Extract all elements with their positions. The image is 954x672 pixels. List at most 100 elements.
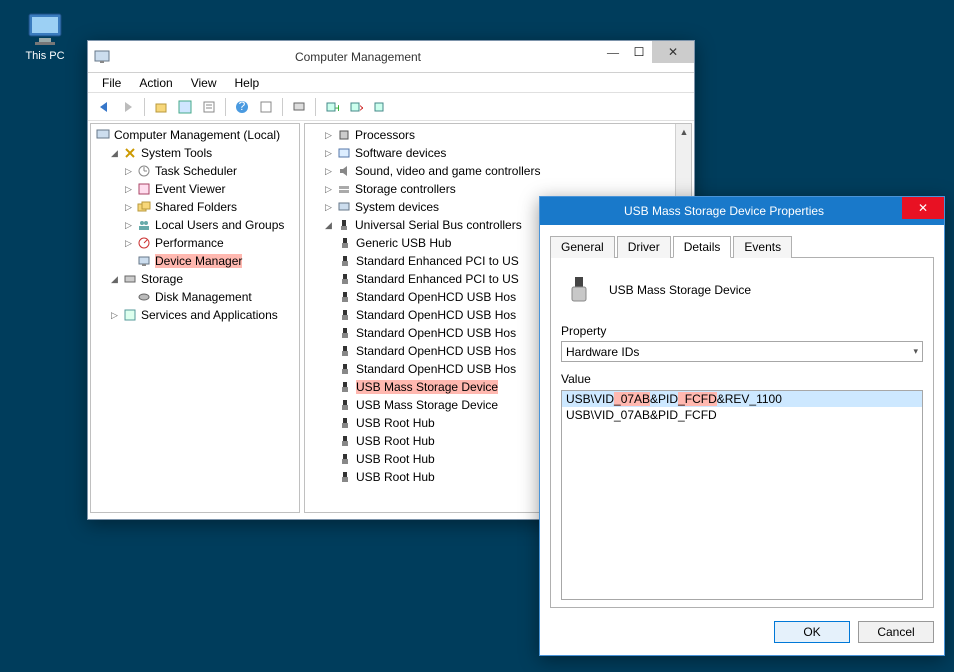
value-listbox[interactable]: USB\VID_07AB&PID_FCFD&REV_1100 USB\VID_0… [561,390,923,600]
chevron-down-icon: ▾ [913,346,918,357]
tree-label: USB Mass Storage Device [356,380,498,394]
software-icon [336,145,352,161]
help-icon[interactable]: ? [232,97,252,117]
scan-icon[interactable] [289,97,309,117]
device-scan-icon[interactable] [370,97,390,117]
desktop-icon-this-pc[interactable]: This PC [15,8,75,62]
property-dropdown[interactable]: Hardware IDs ▾ [561,341,923,362]
tree-item-local-users[interactable]: ▷ Local Users and Groups [95,216,295,234]
tree-item-event-viewer[interactable]: ▷Event Viewer [95,180,295,198]
tree-label: Performance [155,236,224,250]
tabs: General Driver Details Events [550,235,934,258]
back-button[interactable] [94,97,114,117]
svg-text:×: × [359,101,363,114]
expand-icon[interactable]: ▷ [323,148,334,159]
expand-icon[interactable]: ▷ [123,202,134,213]
tree-label: USB Root Hub [356,434,435,448]
left-tree-pane[interactable]: Computer Management (Local) ◢ System Too… [90,123,300,513]
expand-icon[interactable]: ▷ [323,202,334,213]
tree-label: Generic USB Hub [356,236,451,250]
tree-label: Software devices [355,146,446,160]
tree-label: Standard OpenHCD USB Hos [356,362,516,376]
expand-icon[interactable]: ▷ [323,166,334,177]
up-button[interactable] [151,97,171,117]
value-label: Value [561,372,923,386]
this-pc-icon [25,8,65,48]
window-title: Computer Management [116,50,600,64]
tree-label: Standard OpenHCD USB Hos [356,344,516,358]
tree-label: Standard OpenHCD USB Hos [356,308,516,322]
tree-item[interactable]: ▷ Sound, video and game controllers [309,162,675,180]
tab-driver[interactable]: Driver [617,236,671,258]
users-icon [136,217,152,233]
tab-details[interactable]: Details [673,236,732,258]
list-item[interactable]: USB\VID_07AB&PID_FCFD [562,407,922,423]
list-item[interactable]: USB\VID_07AB&PID_FCFD&REV_1100 [562,391,922,407]
maximize-button[interactable]: ☐ [626,41,652,63]
tree-item-device-manager[interactable]: Device Manager [95,252,295,270]
tree-system-tools[interactable]: ◢ System Tools [95,144,295,162]
tree-item-task-scheduler[interactable]: ▷ Task Scheduler [95,162,295,180]
tree-item[interactable]: ▷ Processors [309,126,675,144]
tree-item-disk-mgmt[interactable]: Disk Management [95,288,295,306]
tree-label: Storage controllers [355,182,456,196]
menu-action[interactable]: Action [131,74,180,92]
forward-button[interactable] [118,97,138,117]
expand-icon[interactable]: ▷ [109,310,120,321]
menu-help[interactable]: Help [227,74,268,92]
hw-id-seg: USB\VID [566,392,614,406]
props-titlebar[interactable]: USB Mass Storage Device Properties ✕ [540,197,944,225]
usb-device-icon [565,274,597,306]
expand-icon[interactable]: ▷ [123,220,134,231]
ok-button[interactable]: OK [774,621,850,643]
collapse-icon[interactable]: ◢ [323,220,334,231]
sound-icon [336,163,352,179]
svg-text:+: + [335,101,339,114]
expand-icon[interactable]: ▷ [123,238,134,249]
list-icon[interactable] [256,97,276,117]
usb-plug-icon [337,379,353,395]
expand-icon[interactable]: ▷ [123,166,134,177]
properties-dialog: USB Mass Storage Device Properties ✕ Gen… [539,196,945,656]
tree-label: Device Manager [155,254,242,268]
tree-services[interactable]: ▷Services and Applications [95,306,295,324]
close-button[interactable]: ✕ [902,197,944,219]
titlebar[interactable]: Computer Management — ☐ ✕ [88,41,694,73]
properties-icon[interactable] [199,97,219,117]
usb-plug-icon [337,343,353,359]
minimize-button[interactable]: — [600,41,626,63]
storage-ctrl-icon [336,181,352,197]
tree-storage[interactable]: ◢Storage [95,270,295,288]
computer-icon [95,127,111,143]
device-add-icon[interactable]: + [322,97,342,117]
expand-icon[interactable]: ▷ [123,184,134,195]
tree-item-shared-folders[interactable]: ▷Shared Folders [95,198,295,216]
tab-events[interactable]: Events [733,236,792,258]
show-hide-icon[interactable] [175,97,195,117]
expand-icon[interactable]: ▷ [323,130,334,141]
tree-label: Sound, video and game controllers [355,164,540,178]
menu-file[interactable]: File [94,74,129,92]
tab-general[interactable]: General [550,236,615,258]
expand-icon[interactable]: ▷ [323,184,334,195]
tree-label: Task Scheduler [155,164,237,178]
tree-root-label: Computer Management (Local) [114,128,280,142]
tree-item[interactable]: ▷ Software devices [309,144,675,162]
device-remove-icon[interactable]: × [346,97,366,117]
usb-plug-icon [337,361,353,377]
device-manager-icon [136,253,152,269]
close-button[interactable]: ✕ [652,41,694,63]
storage-icon [122,271,138,287]
tree-label: Local Users and Groups [155,218,284,232]
scroll-up-button[interactable]: ▲ [676,124,692,140]
usb-plug-icon [337,235,353,251]
collapse-icon[interactable]: ◢ [109,274,120,285]
tree-item-performance[interactable]: ▷ Performance [95,234,295,252]
system-tools-label: System Tools [141,146,212,160]
collapse-icon[interactable]: ◢ [109,148,120,159]
cancel-button[interactable]: Cancel [858,621,934,643]
menu-view[interactable]: View [183,74,225,92]
perf-icon [136,235,152,251]
tree-root[interactable]: Computer Management (Local) [95,126,295,144]
tree-label: Processors [355,128,415,142]
